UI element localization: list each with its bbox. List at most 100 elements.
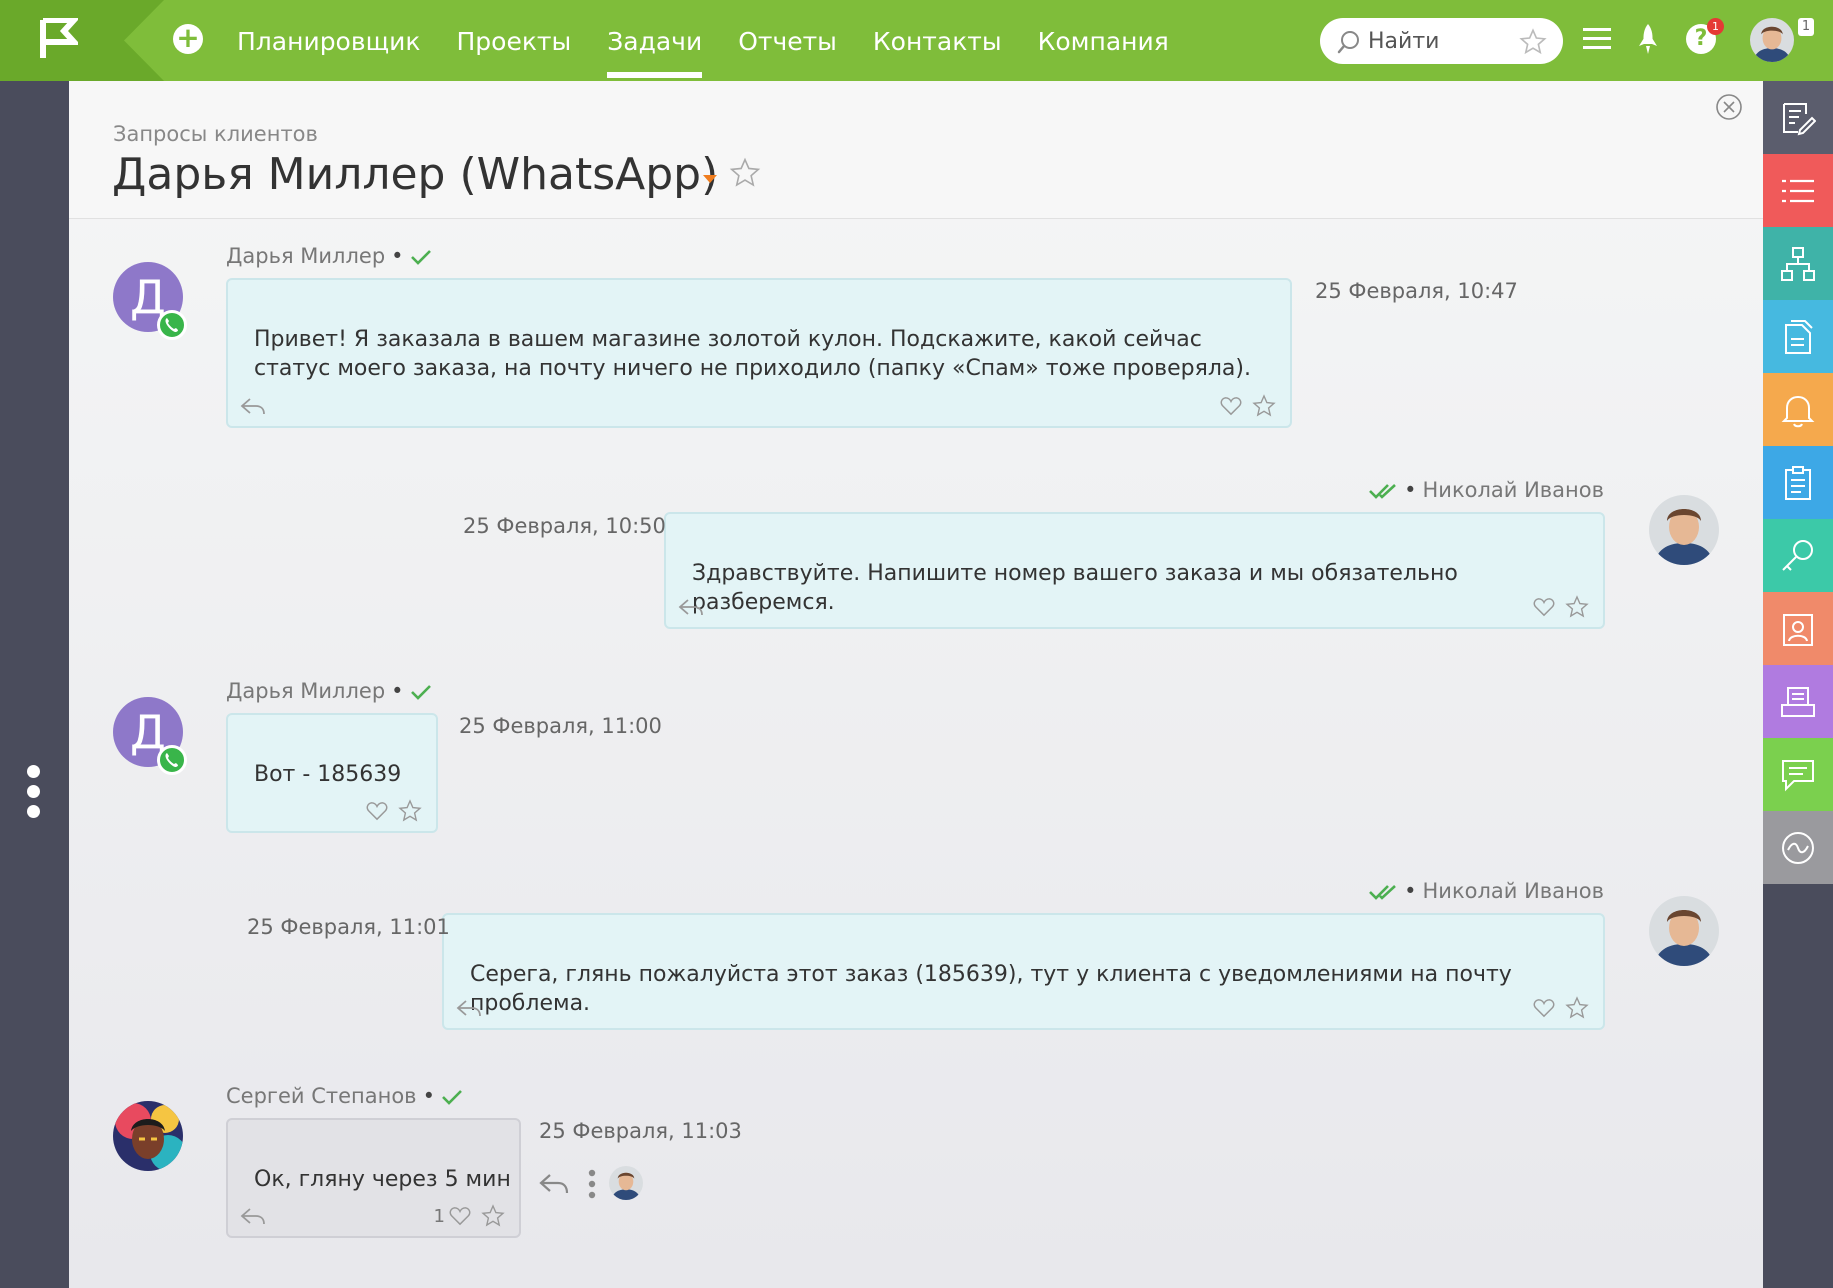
like-heart-icon[interactable]	[1533, 998, 1555, 1018]
menu-icon[interactable]	[1583, 26, 1611, 52]
reply-icon[interactable]	[678, 597, 704, 617]
side-button-clipboard[interactable]	[1763, 446, 1833, 519]
side-button-inbox[interactable]	[1763, 665, 1833, 738]
message-actions	[1533, 595, 1589, 619]
reply-icon[interactable]	[538, 1171, 570, 1197]
contact-card-icon	[1783, 613, 1813, 646]
message-timestamp: 25 Февраля, 10:50	[463, 514, 666, 538]
user-photo	[113, 1101, 183, 1171]
create-button[interactable]: +	[173, 24, 203, 54]
wave-icon	[1782, 831, 1814, 864]
panel-header: Запросы клиентов Дарья Миллер (WhatsApp)	[69, 81, 1763, 219]
rocket-icon[interactable]	[1637, 24, 1659, 56]
key-icon	[1782, 539, 1813, 571]
message-author: • Николай Иванов	[1368, 879, 1604, 903]
favorite-star-icon[interactable]	[1519, 28, 1547, 56]
close-icon[interactable]	[1714, 92, 1744, 122]
like-heart-icon[interactable]	[1220, 396, 1242, 416]
message-text: Вот - 185639	[254, 762, 402, 787]
help-notification-badge: 1	[1707, 18, 1724, 35]
chat-panel: Запросы клиентов Дарья Миллер (WhatsApp)…	[69, 81, 1763, 1288]
breadcrumb[interactable]: Запросы клиентов	[113, 122, 318, 146]
message-author: Сергей Степанов •	[226, 1084, 463, 1108]
like-count: 1	[433, 1205, 445, 1227]
message-bubble: Здравствуйте. Напишите номер вашего зака…	[664, 512, 1605, 629]
like-heart-icon[interactable]	[366, 801, 388, 821]
nav-item-reports[interactable]: Отчеты	[738, 0, 837, 81]
left-sidebar	[0, 81, 69, 1288]
message-bubble: Привет! Я заказала в вашем магазине золо…	[226, 278, 1292, 428]
app-logo[interactable]	[0, 0, 124, 81]
side-button-documents[interactable]	[1763, 300, 1833, 373]
top-navigation-bar: + Планировщик Проекты Задачи Отчеты Конт…	[0, 0, 1833, 81]
side-button-list[interactable]	[1763, 154, 1833, 227]
edit-list-icon	[1783, 102, 1816, 135]
reply-icon[interactable]	[240, 1206, 266, 1226]
clipboard-icon	[1785, 465, 1811, 500]
double-check-icon	[1369, 885, 1396, 900]
message-bubble: Ок, гляну через 5 мин 1	[226, 1118, 521, 1238]
message-timestamp: 25 Февраля, 11:03	[539, 1119, 742, 1143]
side-button-chat[interactable]	[1763, 738, 1833, 811]
like-heart-icon[interactable]	[1533, 597, 1555, 617]
favorite-star-icon[interactable]	[1565, 595, 1589, 619]
message-text: Ок, гляну через 5 мин	[254, 1167, 511, 1192]
plus-icon: +	[176, 21, 200, 54]
whatsapp-icon	[157, 745, 187, 775]
side-button-notifications[interactable]	[1763, 373, 1833, 446]
nav-item-tasks[interactable]: Задачи	[607, 0, 702, 81]
side-button-edit-list[interactable]	[1763, 81, 1833, 154]
author-name[interactable]: Сергей Степанов	[226, 1084, 417, 1108]
chat-icon	[1782, 759, 1814, 791]
check-icon	[410, 685, 431, 700]
side-button-hierarchy[interactable]	[1763, 227, 1833, 300]
avatar[interactable]	[1649, 495, 1719, 565]
user-counter-badge: 1	[1798, 18, 1814, 36]
reply-icon[interactable]	[456, 998, 482, 1018]
message-actions	[1533, 996, 1589, 1020]
nav-item-contacts[interactable]: Контакты	[873, 0, 1002, 81]
side-button-activity[interactable]	[1763, 811, 1833, 884]
reader-avatar[interactable]	[609, 1166, 643, 1200]
author-name[interactable]: Дарья Миллер	[226, 679, 385, 703]
nav-item-planner[interactable]: Планировщик	[237, 0, 420, 81]
side-button-key[interactable]	[1763, 519, 1833, 592]
nav-item-projects[interactable]: Проекты	[456, 0, 571, 81]
favorite-star-icon[interactable]	[481, 1204, 505, 1228]
message-actions: 1	[434, 1204, 505, 1228]
search-icon	[1337, 31, 1359, 54]
user-avatar[interactable]	[1750, 18, 1794, 62]
hierarchy-icon	[1781, 246, 1815, 281]
user-photo	[1649, 495, 1719, 565]
favorite-star-icon[interactable]	[1252, 394, 1276, 418]
author-name[interactable]: Дарья Миллер	[226, 244, 385, 268]
whatsapp-icon	[157, 310, 187, 340]
author-name[interactable]: Николай Иванов	[1423, 879, 1605, 903]
check-icon	[410, 250, 431, 265]
title-dropdown-caret-icon[interactable]	[703, 175, 717, 183]
message-author: Дарья Миллер •	[226, 679, 432, 703]
page-title: Дарья Миллер (WhatsApp)	[112, 149, 719, 200]
bell-icon	[1781, 395, 1815, 427]
message-timestamp: 25 Февраля, 11:01	[247, 915, 450, 939]
more-vertical-icon[interactable]	[588, 1169, 596, 1199]
favorite-star-icon[interactable]	[1565, 996, 1589, 1020]
avatar[interactable]	[1649, 896, 1719, 966]
favorite-star-icon[interactable]	[729, 157, 761, 189]
favorite-star-icon[interactable]	[398, 799, 422, 823]
like-heart-icon[interactable]	[449, 1206, 471, 1226]
message-bubble: Вот - 185639	[226, 713, 438, 833]
search-input[interactable]	[1368, 26, 1508, 56]
search-box	[1320, 18, 1563, 64]
right-quick-panel	[1763, 81, 1833, 1288]
user-photo	[1649, 896, 1719, 966]
side-button-contact-card[interactable]	[1763, 592, 1833, 665]
reply-icon[interactable]	[240, 396, 266, 416]
check-icon	[442, 1090, 462, 1105]
double-check-icon	[1369, 484, 1396, 499]
message-timestamp: 25 Февраля, 11:00	[459, 714, 662, 738]
author-name[interactable]: Николай Иванов	[1423, 478, 1605, 502]
avatar[interactable]	[113, 1101, 183, 1171]
more-options-icon[interactable]	[27, 765, 40, 825]
nav-item-company[interactable]: Компания	[1038, 0, 1169, 81]
